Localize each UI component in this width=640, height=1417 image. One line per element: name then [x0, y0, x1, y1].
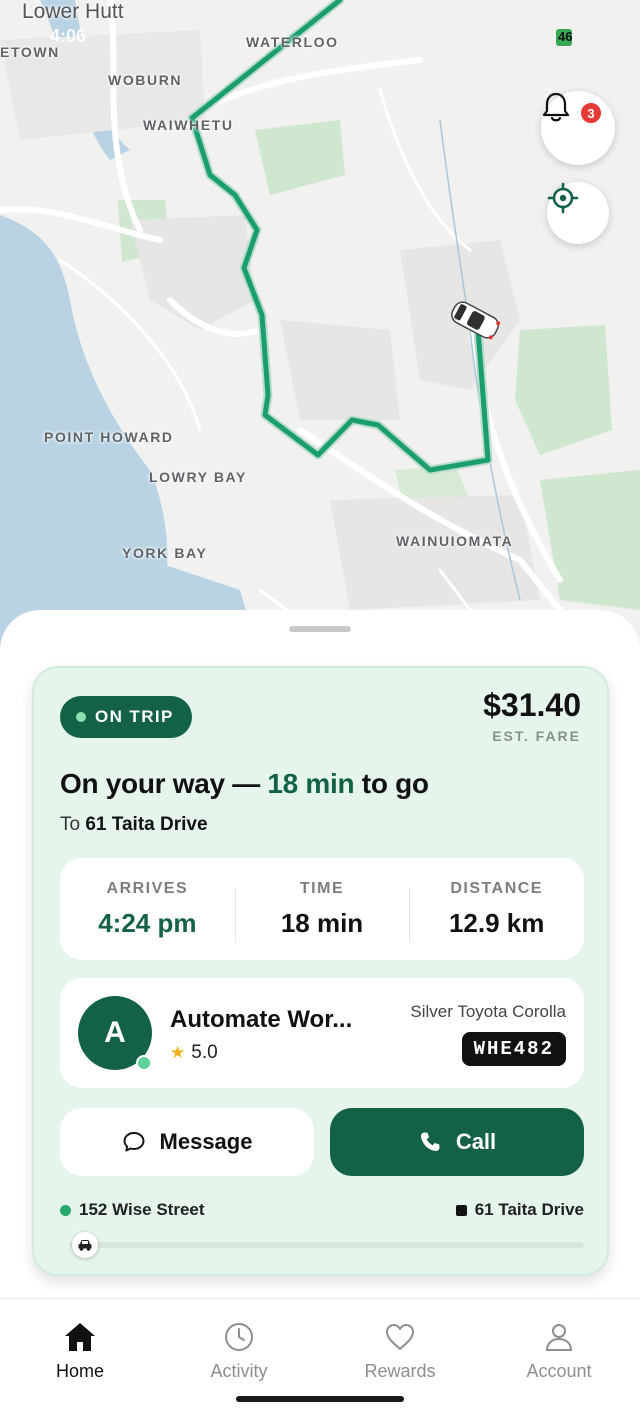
phone-icon — [420, 1132, 440, 1152]
person-icon — [546, 1324, 572, 1351]
headline-prefix: On your way — — [60, 768, 260, 799]
stat-time: TIME 18 min — [234, 879, 410, 942]
dropoff-address: 61 Taita Drive — [474, 1200, 584, 1219]
recenter-button[interactable] — [547, 182, 609, 244]
online-indicator — [136, 1055, 152, 1071]
destination-prefix: To — [60, 814, 81, 835]
dropoff-point: 61 Taita Drive — [455, 1200, 584, 1220]
stat-arrives: ARRIVES 4:24 pm — [60, 880, 235, 939]
map-label-york-bay: YORK BAY — [122, 545, 208, 561]
map-label-woburn: WOBURN — [108, 72, 183, 88]
pickup-point: 152 Wise Street — [60, 1200, 205, 1220]
fare-block: $31.40 EST. FARE — [483, 686, 581, 744]
message-label: Message — [159, 1129, 253, 1154]
tab-label: Account — [526, 1361, 592, 1381]
map-view[interactable]: Lower Hutt ETOWN WATERLOO WOBURN WAIWHET… — [0, 0, 640, 660]
tab-label: Rewards — [364, 1361, 436, 1381]
progress-car-indicator — [72, 1232, 99, 1258]
trip-status-badge: ON TRIP — [60, 696, 192, 738]
map-label-lowry-bay: LOWRY BAY — [149, 469, 247, 485]
tab-bar: Home Activity Rewards Account — [0, 1298, 640, 1417]
bottom-sheet: ON TRIP $31.40 EST. FARE On your way — 1… — [0, 610, 640, 1300]
map-label-wainuiomata: WAINUIOMATA — [396, 533, 514, 549]
star-icon: ★ — [170, 1043, 186, 1062]
vehicle-description: Silver Toyota Corolla — [410, 1002, 566, 1021]
trip-progress-track — [70, 1242, 584, 1248]
home-icon — [65, 1323, 95, 1351]
driver-card[interactable]: A Automate Wor... ★ 5.0 Silver Toyota Co… — [60, 978, 584, 1088]
tab-account[interactable]: Account — [499, 1321, 619, 1382]
call-button[interactable]: Call — [330, 1108, 584, 1176]
car-icon — [78, 1240, 92, 1251]
headline-suffix: to go — [361, 768, 429, 799]
headline-eta: 18 min — [267, 768, 355, 799]
call-label: Call — [455, 1129, 497, 1154]
message-button[interactable]: Message — [60, 1108, 314, 1176]
trip-headline: On your way — 18 min to go — [60, 768, 429, 800]
tab-home[interactable]: Home — [20, 1321, 140, 1382]
status-dot — [76, 712, 86, 722]
map-label-waiwhetu: WAIWHETU — [143, 117, 234, 133]
rating-value: 5.0 — [191, 1042, 218, 1063]
trip-status-label: ON TRIP — [95, 707, 174, 726]
notifications-button[interactable]: 3 — [541, 91, 615, 165]
stat-label: ARRIVES — [106, 879, 189, 897]
tab-label: Activity — [210, 1361, 268, 1381]
tab-activity[interactable]: Activity — [179, 1321, 299, 1382]
trip-card: ON TRIP $31.40 EST. FARE On your way — 1… — [32, 666, 609, 1276]
route-endpoints: 152 Wise Street 61 Taita Drive — [60, 1198, 584, 1222]
sheet-handle[interactable] — [289, 626, 351, 632]
driver-name: Automate Wor... — [170, 1006, 353, 1033]
map-label-lower-hutt: Lower Hutt — [22, 0, 124, 23]
battery-icon: 46 — [556, 29, 573, 46]
status-time: 4:06 — [50, 26, 87, 46]
trip-stats: ARRIVES 4:24 pm TIME 18 min DISTANCE 12.… — [60, 858, 584, 960]
map-label-point-howard: POINT HOWARD — [44, 429, 174, 445]
pickup-dot-icon — [60, 1204, 71, 1216]
heart-icon — [386, 1324, 414, 1350]
stat-distance: DISTANCE 12.9 km — [409, 879, 584, 942]
destination-line: To 61 Taita Drive — [60, 814, 208, 836]
chat-bubble-icon — [123, 1132, 144, 1152]
clock-icon — [225, 1323, 253, 1351]
tab-rewards[interactable]: Rewards — [340, 1321, 460, 1382]
map-label-waterloo: WATERLOO — [246, 34, 339, 50]
notification-badge: 3 — [579, 101, 603, 125]
stat-value: 4:24 pm — [98, 907, 197, 938]
fare-amount: $31.40 — [483, 687, 581, 723]
fare-label: EST. FARE — [492, 728, 581, 744]
stat-value: 18 min — [280, 907, 364, 938]
stat-value: 12.9 km — [448, 907, 545, 938]
pickup-address: 152 Wise Street — [79, 1200, 205, 1219]
license-plate: WHE482 — [461, 1032, 566, 1066]
bell-icon — [542, 92, 570, 122]
driver-rating: ★ 5.0 — [170, 1042, 218, 1064]
stat-label: TIME — [299, 879, 345, 897]
destination-name: 61 Taita Drive — [85, 814, 208, 835]
crosshair-icon — [547, 182, 579, 214]
tab-label: Home — [55, 1361, 104, 1381]
dropoff-square-icon — [455, 1204, 467, 1216]
home-indicator — [236, 1396, 404, 1402]
stat-label: DISTANCE — [450, 879, 543, 897]
